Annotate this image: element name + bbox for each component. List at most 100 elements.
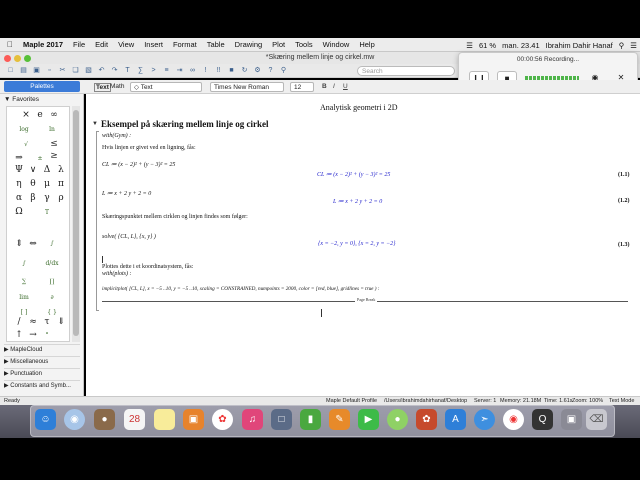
folder-icon[interactable]: ▣ — [561, 409, 582, 430]
palette-Psi-icon[interactable]: Ψ — [12, 165, 26, 175]
palette-gamma-icon[interactable]: γ — [40, 193, 54, 203]
menu-format[interactable]: Format — [168, 40, 202, 49]
palette-section-constants[interactable]: ▶ Constants and Symb... — [4, 380, 80, 390]
minimize-window-icon[interactable] — [14, 55, 21, 62]
maple-icon[interactable]: ✿ — [416, 409, 437, 430]
palette-partial-icon[interactable]: ∂ — [45, 294, 59, 301]
open-icon[interactable]: ▤ — [18, 66, 29, 76]
wifi-icon[interactable]: ☰ — [463, 41, 476, 50]
trash-icon[interactable]: ⌫ — [586, 409, 607, 430]
palette-times-icon[interactable]: × — [19, 110, 33, 120]
menu-window[interactable]: Window — [318, 40, 355, 49]
palette-ln-icon[interactable]: ln — [45, 126, 59, 133]
search-input[interactable]: Search — [357, 66, 455, 76]
menu-drawing[interactable]: Drawing — [230, 40, 268, 49]
palette-implies-icon[interactable]: ⇒ — [12, 153, 26, 163]
messages-icon[interactable]: ● — [387, 409, 408, 430]
palette-Delta-icon[interactable]: Δ — [40, 165, 54, 175]
command-with-gym[interactable]: with(Gym) : — [102, 133, 131, 139]
photos-icon[interactable]: ✿ — [212, 409, 233, 430]
input-implicitplot[interactable]: implicitplot( [CL, L], x = −5 ..10, y = … — [102, 286, 380, 292]
bold-toggle[interactable]: B — [322, 83, 327, 90]
print-icon[interactable]: ▫ — [44, 66, 55, 76]
mode-text-button[interactable]: Text — [94, 83, 111, 92]
palette-root-icon[interactable]: √ — [19, 141, 33, 148]
close-window-icon[interactable] — [4, 55, 11, 62]
font-select[interactable]: Times New Roman — [210, 82, 284, 92]
copy-icon[interactable]: ❏ — [70, 66, 81, 76]
palette-mu-icon[interactable]: μ — [40, 179, 54, 189]
photo-booth-icon[interactable]: ● — [94, 409, 115, 430]
palette-e-icon[interactable]: e — [33, 110, 47, 120]
palette-log-icon[interactable]: log — [17, 126, 31, 133]
palette-leq-icon[interactable]: ≤ — [47, 139, 61, 149]
palette-or-icon[interactable]: ∨ — [26, 165, 40, 175]
section-title[interactable]: Eksempel på skæring mellem linje og cirk… — [101, 119, 269, 129]
quicktime-icon[interactable]: Q — [532, 409, 553, 430]
user-name[interactable]: Ibrahim Dahir Hanaf — [543, 41, 616, 50]
notification-center-icon[interactable]: ☰ — [627, 41, 640, 50]
finder-icon[interactable]: ☺ — [35, 409, 56, 430]
menu-edit[interactable]: Edit — [90, 40, 113, 49]
facetime-icon[interactable]: ▶ — [358, 409, 379, 430]
palette-scroll-thumb[interactable] — [73, 110, 79, 336]
favorites-header[interactable]: ▼ Favorites — [4, 96, 80, 106]
palette-alpha-icon[interactable]: α — [12, 193, 26, 203]
restart-icon[interactable]: ↻ — [239, 66, 250, 76]
palettes-header[interactable]: Palettes — [4, 81, 80, 92]
italic-toggle[interactable]: I — [333, 83, 335, 90]
palette-rightarrow-icon[interactable]: → — [26, 330, 40, 340]
input-circle[interactable]: CL ≔ (x − 2)² + (y − 3)² = 25 — [102, 161, 175, 168]
underline-toggle[interactable]: U — [343, 83, 348, 90]
zoom-icon[interactable]: ⚲ — [278, 66, 289, 76]
palette-eta-icon[interactable]: η — [12, 179, 26, 189]
ibooks-icon[interactable]: ▣ — [183, 409, 204, 430]
battery-percent[interactable]: 61 % — [476, 41, 499, 50]
palette-derivative-icon[interactable]: d/dx — [45, 260, 59, 267]
mode-math-button[interactable]: Math — [110, 83, 124, 90]
palette-geq-icon[interactable]: ≥ — [47, 151, 61, 161]
menu-insert[interactable]: Insert — [139, 40, 168, 49]
execute-all-icon[interactable]: ‼ — [213, 66, 224, 76]
palette-limit-icon[interactable]: lim — [17, 294, 31, 301]
palette-integral-icon[interactable]: ∫ — [45, 240, 59, 247]
apple-menu-icon[interactable]:  — [0, 40, 18, 49]
style-select[interactable]: ◇ Text — [130, 82, 202, 92]
palette-rho-icon[interactable]: ρ — [54, 193, 68, 203]
menu-view[interactable]: View — [113, 40, 139, 49]
text-icon[interactable]: T — [122, 66, 133, 76]
link-icon[interactable]: ∞ — [187, 66, 198, 76]
calendar-icon[interactable]: 28 — [124, 409, 145, 430]
palette-product-icon[interactable]: ∏ — [45, 278, 59, 285]
undo-icon[interactable]: ↶ — [96, 66, 107, 76]
palette-double-down-icon[interactable]: ⇓ — [54, 317, 68, 327]
palette-sum-icon[interactable]: ∑ — [17, 278, 31, 285]
menu-maple[interactable]: Maple 2017 — [18, 40, 68, 49]
safari-icon[interactable]: ➣ — [474, 409, 495, 430]
math-icon[interactable]: ∑ — [135, 66, 146, 76]
palette-approx-icon[interactable]: ≈ — [26, 317, 40, 327]
chrome-icon[interactable]: ◉ — [503, 409, 524, 430]
palette-section-punctuation[interactable]: ▶ Punctuation — [4, 368, 80, 378]
section-collapse-icon[interactable]: ▼ — [92, 121, 98, 127]
palette-Omega-icon[interactable]: Ω — [12, 207, 26, 217]
palette-definite-integral-icon[interactable]: ∫ — [17, 260, 31, 267]
keynote-icon[interactable]: □ — [271, 409, 292, 430]
execute-icon[interactable]: ! — [200, 66, 211, 76]
spotlight-icon[interactable]: ⚲ — [616, 41, 628, 50]
palette-infinity-icon[interactable]: ∞ — [47, 110, 61, 120]
siri-icon[interactable]: ◉ — [64, 409, 85, 430]
input-line[interactable]: L ≔ x + 2 y + 2 = 0 — [102, 190, 151, 197]
menu-table[interactable]: Table — [202, 40, 230, 49]
palette-matrix-icon[interactable]: [ ] — [17, 309, 31, 316]
palette-pi-icon[interactable]: π — [54, 179, 68, 189]
palette-updown-icon[interactable]: ⇕ — [12, 239, 26, 249]
palette-tau-icon[interactable]: τ — [40, 317, 54, 327]
palette-degree-icon[interactable]: ° — [40, 332, 54, 339]
menu-plot[interactable]: Plot — [267, 40, 290, 49]
indent-icon[interactable]: ⇥ — [174, 66, 185, 76]
font-size-select[interactable]: 12 — [290, 82, 314, 92]
redo-icon[interactable]: ↷ — [109, 66, 120, 76]
paste-icon[interactable]: ▧ — [83, 66, 94, 76]
palette-lambda-icon[interactable]: λ — [54, 165, 68, 175]
